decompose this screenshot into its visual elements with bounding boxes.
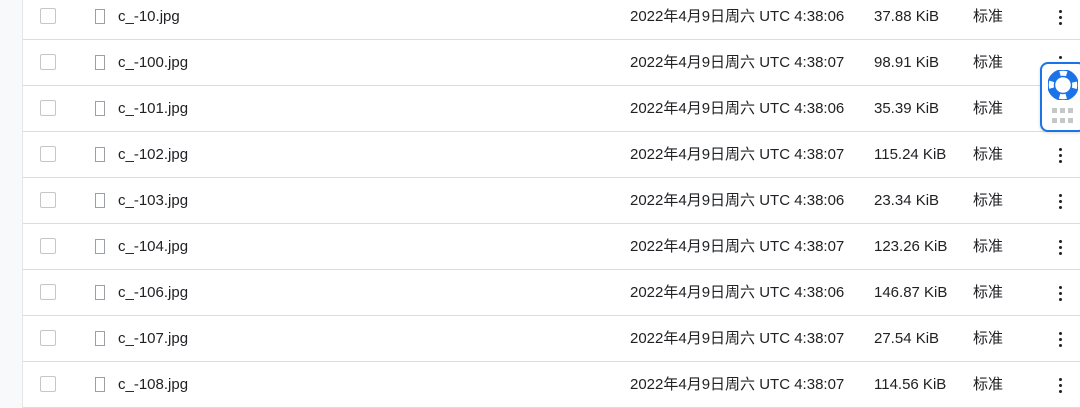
file-size: 123.26 KiB [874,238,948,255]
file-name-link[interactable]: c_-101.jpg [118,86,188,131]
file-size: 23.34 KiB [874,192,940,209]
table-row[interactable]: c_-103.jpg 2022年4月9日周六 UTC 4:38:06 23.34 K… [23,178,1080,224]
more-vert-icon[interactable] [1053,282,1067,304]
file-name-link[interactable]: c_-102.jpg [118,132,188,177]
file-name-link[interactable]: c_-10.jpg [118,0,180,39]
file-icon [95,377,105,392]
file-size: 115.24 KiB [874,146,947,163]
more-vert-icon[interactable] [1053,144,1067,166]
table-row[interactable]: c_-101.jpg 2022年4月9日周六 UTC 4:38:06 35.39 K… [23,86,1080,132]
created-time: 2022年4月9日周六 UTC 4:38:07 [630,146,845,163]
table-row[interactable]: c_-10.jpg 2022年4月9日周六 UTC 4:38:06 37.88 Ki… [23,0,1080,40]
storage-class: 标准 [973,376,1004,393]
file-name-link[interactable]: c_-106.jpg [118,270,188,315]
file-size: 35.39 KiB [874,100,940,117]
more-vert-icon[interactable] [1053,236,1067,258]
file-icon [95,9,105,24]
file-size: 27.54 KiB [874,330,940,347]
file-name-link[interactable]: c_-103.jpg [118,178,188,223]
grid-dots-icon[interactable] [1052,108,1076,124]
more-vert-icon[interactable] [1053,328,1067,350]
file-name-link[interactable]: c_-104.jpg [118,224,188,269]
file-size: 37.88 KiB [874,8,940,25]
file-icon [95,239,105,254]
row-checkbox[interactable] [40,8,56,24]
created-time: 2022年4月9日周六 UTC 4:38:06 [630,284,845,301]
created-time: 2022年4月9日周六 UTC 4:38:07 [630,330,845,347]
storage-class: 标准 [973,192,1004,209]
row-checkbox[interactable] [40,146,56,162]
table-row[interactable]: c_-107.jpg 2022年4月9日周六 UTC 4:38:07 27.54 K… [23,316,1080,362]
row-checkbox[interactable] [40,54,56,70]
file-name-link[interactable]: c_-108.jpg [118,362,188,407]
table-row[interactable]: c_-102.jpg 2022年4月9日周六 UTC 4:38:07 115.24 … [23,132,1080,178]
storage-class: 标准 [973,238,1004,255]
object-list-table: c_-10.jpg 2022年4月9日周六 UTC 4:38:06 37.88 Ki… [23,0,1080,408]
help-widget[interactable] [1040,62,1080,132]
storage-class: 标准 [973,330,1004,347]
storage-class: 标准 [973,146,1004,163]
created-time: 2022年4月9日周六 UTC 4:38:07 [630,376,845,393]
file-icon [95,285,105,300]
created-time: 2022年4月9日周六 UTC 4:38:06 [630,100,845,117]
file-icon [95,331,105,346]
storage-class: 标准 [973,100,1004,117]
file-icon [95,55,105,70]
table-row[interactable]: c_-104.jpg 2022年4月9日周六 UTC 4:38:07 123.26 … [23,224,1080,270]
storage-class: 标准 [973,54,1004,71]
file-icon [95,101,105,116]
lifebuoy-icon[interactable] [1048,70,1078,100]
table-row[interactable]: c_-106.jpg 2022年4月9日周六 UTC 4:38:06 146.87 … [23,270,1080,316]
row-checkbox[interactable] [40,376,56,392]
row-checkbox[interactable] [40,192,56,208]
file-size: 98.91 KiB [874,54,940,71]
file-icon [95,193,105,208]
created-time: 2022年4月9日周六 UTC 4:38:07 [630,54,845,71]
more-vert-icon[interactable] [1053,6,1067,28]
file-size: 146.87 KiB [874,284,948,301]
storage-class: 标准 [973,8,1004,25]
left-panel-edge [0,0,23,408]
table-row[interactable]: c_-108.jpg 2022年4月9日周六 UTC 4:38:07 114.56 … [23,362,1080,408]
row-checkbox[interactable] [40,284,56,300]
row-checkbox[interactable] [40,100,56,116]
created-time: 2022年4月9日周六 UTC 4:38:06 [630,192,845,209]
table-row[interactable]: c_-100.jpg 2022年4月9日周六 UTC 4:38:07 98.91 K… [23,40,1080,86]
more-vert-icon[interactable] [1053,190,1067,212]
row-checkbox[interactable] [40,330,56,346]
created-time: 2022年4月9日周六 UTC 4:38:07 [630,238,845,255]
more-vert-icon[interactable] [1053,374,1067,396]
file-size: 114.56 KiB [874,376,947,393]
file-icon [95,147,105,162]
created-time: 2022年4月9日周六 UTC 4:38:06 [630,8,845,25]
file-name-link[interactable]: c_-107.jpg [118,316,188,361]
row-checkbox[interactable] [40,238,56,254]
file-name-link[interactable]: c_-100.jpg [118,40,188,85]
storage-class: 标准 [973,284,1004,301]
